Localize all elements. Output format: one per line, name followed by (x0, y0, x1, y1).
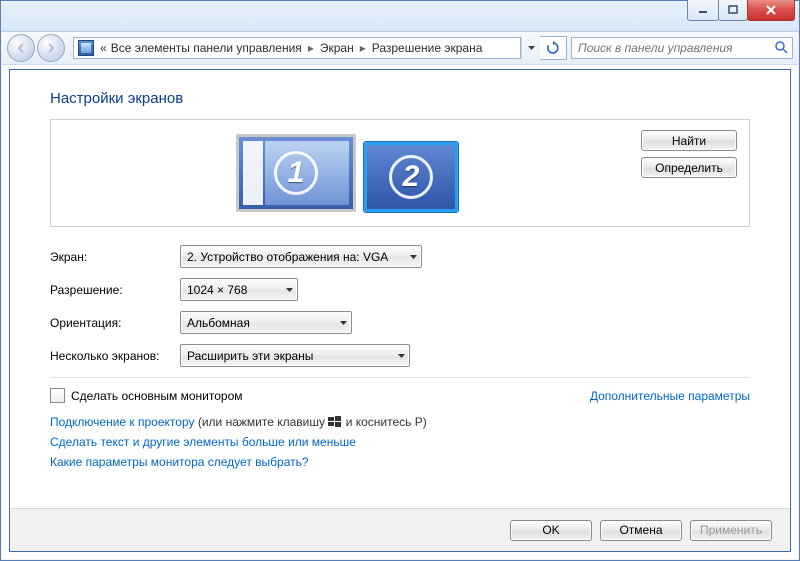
back-button[interactable] (7, 34, 35, 62)
display-value: 2. Устройство отображения на: VGA (187, 250, 388, 264)
chevron-down-icon (398, 354, 405, 358)
windows-key-icon (328, 416, 342, 428)
projector-hint-post: и коснитесь P) (346, 415, 427, 429)
breadcrumb-prefix: « (98, 41, 109, 55)
page-title: Настройки экранов (50, 90, 750, 107)
resolution-select[interactable]: 1024 × 768 (180, 278, 298, 301)
ok-button[interactable]: OK (510, 520, 592, 541)
search-input[interactable] (576, 40, 774, 56)
resolution-label: Разрешение: (50, 283, 180, 297)
make-primary-checkbox[interactable] (50, 388, 65, 403)
address-bar[interactable]: « Все элементы панели управления ▸ Экран… (73, 37, 521, 59)
dialog-buttons: OK Отмена Применить (10, 508, 790, 551)
titlebar (1, 1, 799, 32)
monitor-number: 1 (288, 156, 305, 190)
resolution-value: 1024 × 768 (187, 283, 247, 297)
which-settings-link[interactable]: Какие параметры монитора следует выбрать… (50, 455, 309, 469)
monitor-number: 2 (403, 160, 420, 194)
chevron-down-icon (286, 288, 293, 292)
refresh-button[interactable] (540, 36, 567, 60)
search-box[interactable] (571, 37, 793, 59)
display-preview: 1 2 Найти Определить (50, 119, 750, 227)
make-primary-label: Сделать основным монитором (71, 389, 243, 403)
multi-value: Расширить эти экраны (187, 349, 313, 363)
display-label: Экран: (50, 250, 180, 264)
advanced-settings-link[interactable]: Дополнительные параметры (590, 389, 750, 403)
detect-button[interactable]: Найти (641, 130, 737, 151)
maximize-button[interactable] (718, 0, 748, 21)
search-icon (774, 40, 788, 57)
separator (50, 377, 750, 378)
multi-label: Несколько экранов: (50, 349, 180, 363)
address-dropdown[interactable] (521, 37, 540, 59)
forward-button[interactable] (37, 34, 65, 62)
multi-display-select[interactable]: Расширить эти экраны (180, 344, 410, 367)
text-size-link[interactable]: Сделать текст и другие элементы больше и… (50, 435, 356, 449)
chevron-right-icon: ▸ (356, 41, 370, 55)
minimize-button[interactable] (687, 0, 719, 21)
connect-projector-link[interactable]: Подключение к проектору (50, 415, 195, 429)
close-button[interactable] (747, 0, 795, 21)
control-panel-icon (78, 40, 94, 56)
breadcrumb-item[interactable]: Разрешение экрана (370, 41, 485, 55)
chevron-down-icon (340, 321, 347, 325)
orientation-label: Ориентация: (50, 316, 180, 330)
settings-form: Экран: 2. Устройство отображения на: VGA… (50, 245, 750, 367)
monitor-2[interactable]: 2 (364, 142, 458, 212)
projector-link-row: Подключение к проектору (или нажмите кла… (50, 415, 750, 429)
navbar: « Все элементы панели управления ▸ Экран… (1, 32, 799, 65)
breadcrumb-item[interactable]: Все элементы панели управления (109, 41, 304, 55)
window: « Все элементы панели управления ▸ Экран… (0, 0, 800, 561)
chevron-right-icon: ▸ (304, 41, 318, 55)
content-panel: Настройки экранов 1 2 (9, 69, 791, 552)
breadcrumb-item[interactable]: Экран (318, 41, 356, 55)
orientation-value: Альбомная (187, 316, 250, 330)
apply-button[interactable]: Применить (690, 520, 772, 541)
breadcrumb: « Все элементы панели управления ▸ Экран… (98, 41, 484, 55)
monitor-1[interactable]: 1 (236, 134, 356, 212)
display-select[interactable]: 2. Устройство отображения на: VGA (180, 245, 422, 268)
chevron-down-icon (410, 255, 417, 259)
cancel-button[interactable]: Отмена (600, 520, 682, 541)
projector-hint-pre: (или нажмите клавишу (198, 415, 325, 429)
identify-button[interactable]: Определить (641, 157, 737, 178)
orientation-select[interactable]: Альбомная (180, 311, 352, 334)
